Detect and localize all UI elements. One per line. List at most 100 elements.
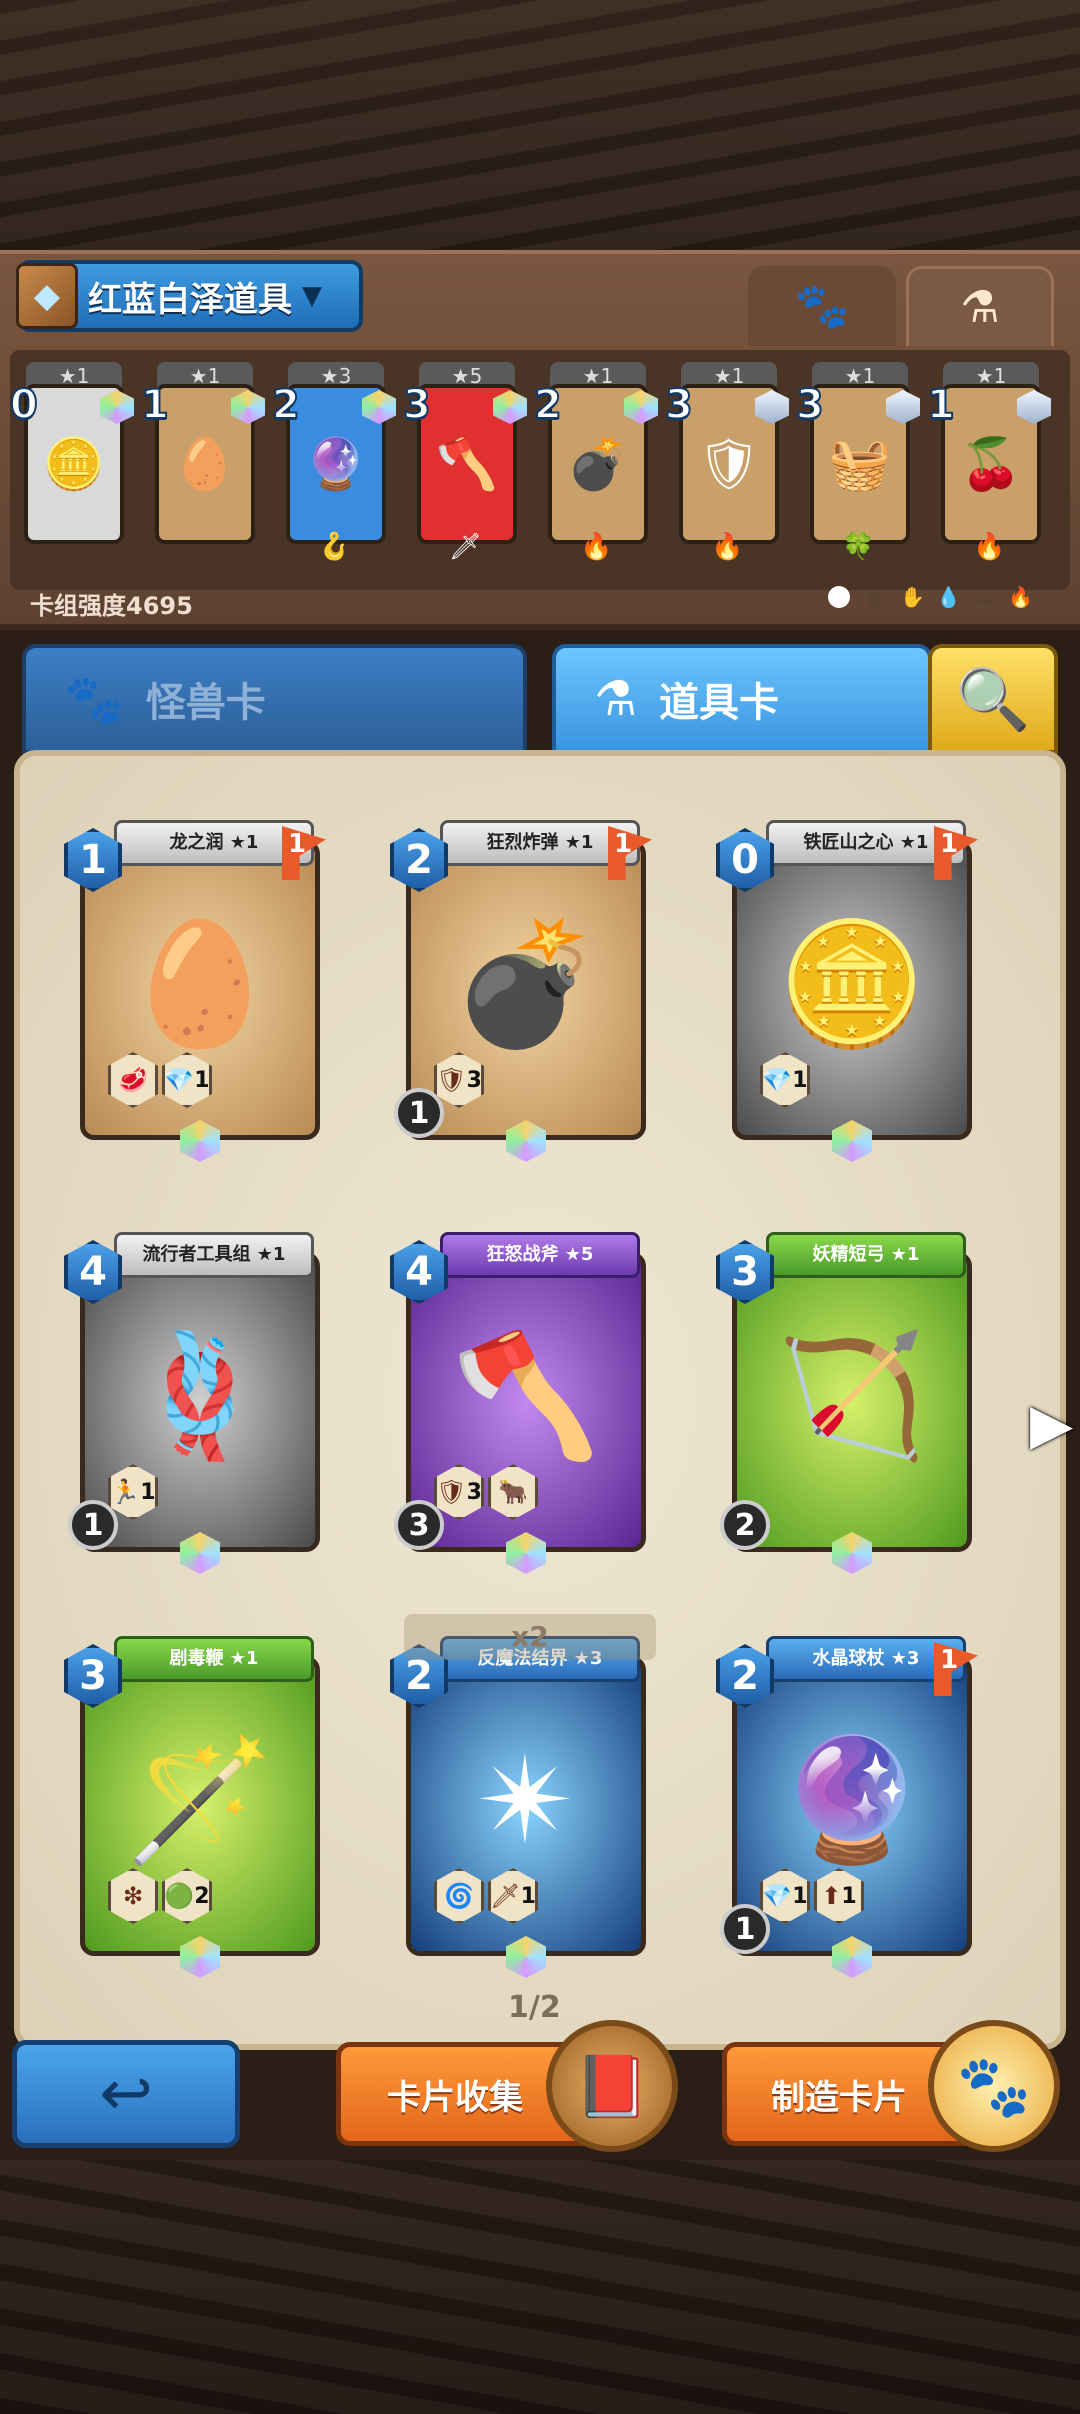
deck-slot[interactable]: ★1 🥚 1 bbox=[140, 362, 265, 572]
card-attack: 1 bbox=[720, 1904, 770, 1954]
stat-value: 3 bbox=[466, 1479, 482, 1505]
card-stat-hex: ⬆ 1 bbox=[814, 1868, 864, 1924]
item-card[interactable]: 🥚 龙之润 ★1 1 1 🥩 💎 1 bbox=[64, 820, 334, 1162]
card-stats: 🥩 💎 1 bbox=[108, 1052, 212, 1108]
card-stats: 🛡 3 🐂 bbox=[434, 1464, 538, 1520]
slot-cost: 3 bbox=[402, 381, 432, 429]
slot-element-icon: 🔥 bbox=[973, 532, 1006, 562]
deck-name: 红蓝白泽道具 bbox=[88, 279, 292, 320]
top-wood-background bbox=[0, 0, 1080, 250]
deck-slot[interactable]: ★1 💣 2 🔥 bbox=[533, 362, 658, 572]
slot-cost: 1 bbox=[140, 381, 170, 429]
stat-icon: 💎 bbox=[762, 1066, 793, 1094]
card-stats: 🌀 🗡 1 bbox=[434, 1868, 538, 1924]
slot-element-icon: 🍀 bbox=[842, 532, 875, 562]
deck-selector[interactable]: ◆ 红蓝白泽道具 ▼ bbox=[16, 260, 363, 332]
item-card[interactable]: 🪓 狂怒战斧 ★5 4 🛡 3 🐂 3 bbox=[390, 1232, 660, 1574]
card-attack: 1 bbox=[68, 1500, 118, 1550]
card-book-icon[interactable]: 📕 bbox=[546, 2020, 678, 2152]
tab-monster-cards[interactable]: 🐾 怪兽卡 bbox=[22, 644, 527, 754]
card-stats: 💎 1 bbox=[760, 1052, 810, 1108]
stat-icon: 🥩 bbox=[118, 1066, 148, 1094]
card-collection-label: 卡片收集 bbox=[387, 2077, 523, 2118]
slot-element-icon: 🔥 bbox=[580, 532, 613, 562]
card-attack: 3 bbox=[394, 1500, 444, 1550]
tab-item-label: 道具卡 bbox=[659, 680, 780, 726]
item-card[interactable]: ✴ 反魔法结界 ★3 2 🌀 🗡 1 bbox=[390, 1636, 660, 1978]
deck-slot[interactable]: ★5 🪓 3 🗡 bbox=[402, 362, 527, 572]
card-stat-hex: 🟢 2 bbox=[162, 1868, 212, 1924]
search-icon: 🔍 bbox=[955, 664, 1031, 735]
stat-icon: 🗡 bbox=[490, 1882, 521, 1910]
tab-item-deck[interactable]: ⚗ bbox=[906, 266, 1054, 346]
craft-potion-icon[interactable]: 🐾 bbox=[928, 2020, 1060, 2152]
stat-icon: 💎 bbox=[164, 1066, 195, 1094]
slot-cost: 1 bbox=[926, 381, 956, 429]
card-stat-hex: ❇ bbox=[108, 1868, 158, 1924]
search-button[interactable]: 🔍 bbox=[928, 644, 1058, 754]
back-button[interactable]: ↩ bbox=[12, 2040, 240, 2148]
deck-strength: 卡组强度4695 bbox=[30, 592, 193, 620]
deck-slot[interactable]: ★1 🍒 1 🔥 bbox=[926, 362, 1051, 572]
card-stat-hex: 🌀 bbox=[434, 1868, 484, 1924]
card-stat-hex: 🥩 bbox=[108, 1052, 158, 1108]
card-frame: 🏹 bbox=[732, 1252, 972, 1552]
card-stats: 🏃 1 bbox=[108, 1464, 158, 1520]
card-stat-hex: 🗡 1 bbox=[488, 1868, 538, 1924]
card-stats: ❇ 🟢 2 bbox=[108, 1868, 212, 1924]
stat-icon: 💎 bbox=[762, 1882, 793, 1910]
item-card[interactable]: 🪙 铁匠山之心 ★1 0 1 💎 1 bbox=[716, 820, 986, 1162]
stat-value: 1 bbox=[792, 1067, 808, 1093]
craft-card-label: 制造卡片 bbox=[771, 2077, 907, 2118]
card-name: 剧毒鞭 ★1 bbox=[114, 1636, 314, 1682]
stat-icon: 🛡 bbox=[436, 1066, 467, 1094]
cloud-filter-icon[interactable]: ☁ bbox=[972, 586, 994, 608]
slot-element-icon: 🪝 bbox=[318, 532, 351, 562]
card-stat-hex: 🐂 bbox=[488, 1464, 538, 1520]
hand-filter-icon[interactable]: ✋ bbox=[900, 586, 925, 608]
fire-filter-icon[interactable]: 🔥 bbox=[1008, 586, 1033, 608]
deck-slot[interactable]: ★3 🔮 2 🪝 bbox=[271, 362, 396, 572]
deck-slot[interactable]: ★1 🪙 0 bbox=[9, 362, 134, 572]
deck-slot[interactable]: ★1 🧺 3 🍀 bbox=[795, 362, 920, 572]
card-stats: 💎 1 ⬆ 1 bbox=[760, 1868, 864, 1924]
card-art: 🏹 bbox=[777, 1327, 927, 1466]
stat-icon: 🟢 bbox=[164, 1882, 195, 1910]
stat-value: 1 bbox=[520, 1883, 536, 1909]
tab-item-cards[interactable]: ⚗ 道具卡 bbox=[552, 644, 932, 754]
item-card[interactable]: 🔮 水晶球杖 ★3 2 1 💎 1 ⬆ 1 1 bbox=[716, 1636, 986, 1978]
stat-icon: 🐂 bbox=[498, 1478, 528, 1506]
card-name: 狂怒战斧 ★5 bbox=[440, 1232, 640, 1278]
duplicate-count-badge: x2 bbox=[404, 1614, 656, 1660]
neutral-filter-icon[interactable] bbox=[828, 586, 850, 608]
shield-filter-icon[interactable]: ● bbox=[864, 586, 886, 608]
card-attack: 1 bbox=[394, 1088, 444, 1138]
deck-slot[interactable]: ★1 🛡 3 🔥 bbox=[664, 362, 789, 572]
tab-monster-label: 怪兽卡 bbox=[145, 680, 266, 726]
paw-icon: 🐾 bbox=[64, 671, 124, 728]
next-page-arrow[interactable]: ▶ bbox=[1030, 1392, 1073, 1457]
slot-cost: 0 bbox=[9, 381, 39, 429]
item-card[interactable]: 💣 狂烈炸弹 ★1 2 1 🛡 3 1 bbox=[390, 820, 660, 1162]
stat-icon: ⬆ bbox=[821, 1882, 842, 1910]
chevron-down-icon: ▼ bbox=[302, 281, 322, 311]
element-filters: ● ✋ 💧 ☁ 🔥 bbox=[828, 586, 1033, 608]
water-filter-icon[interactable]: 💧 bbox=[936, 586, 961, 608]
card-attack: 2 bbox=[720, 1500, 770, 1550]
potion-icon: ⚗ bbox=[594, 671, 638, 727]
back-arrow-icon: ↩ bbox=[99, 2057, 153, 2131]
item-card[interactable]: 🏹 妖精短弓 ★1 3 2 bbox=[716, 1232, 986, 1574]
slot-cost: 3 bbox=[664, 381, 694, 429]
card-stats: 🛡 3 bbox=[434, 1052, 484, 1108]
item-card[interactable]: 🪢 流行者工具组 ★1 4 🏃 1 1 bbox=[64, 1232, 334, 1574]
stat-icon: 🌀 bbox=[444, 1882, 474, 1910]
stat-value: 3 bbox=[466, 1067, 482, 1093]
card-stat-hex: 💎 1 bbox=[760, 1052, 810, 1108]
item-card[interactable]: 🪄 剧毒鞭 ★1 3 ❇ 🟢 2 bbox=[64, 1636, 334, 1978]
card-stat-hex: 💎 1 bbox=[760, 1868, 810, 1924]
stat-value: 1 bbox=[841, 1883, 857, 1909]
slot-cost: 2 bbox=[271, 381, 301, 429]
paw-icon: 🐾 bbox=[794, 281, 850, 332]
tab-monster-deck[interactable]: 🐾 bbox=[748, 266, 896, 346]
slot-element-icon: 🔥 bbox=[711, 532, 744, 562]
